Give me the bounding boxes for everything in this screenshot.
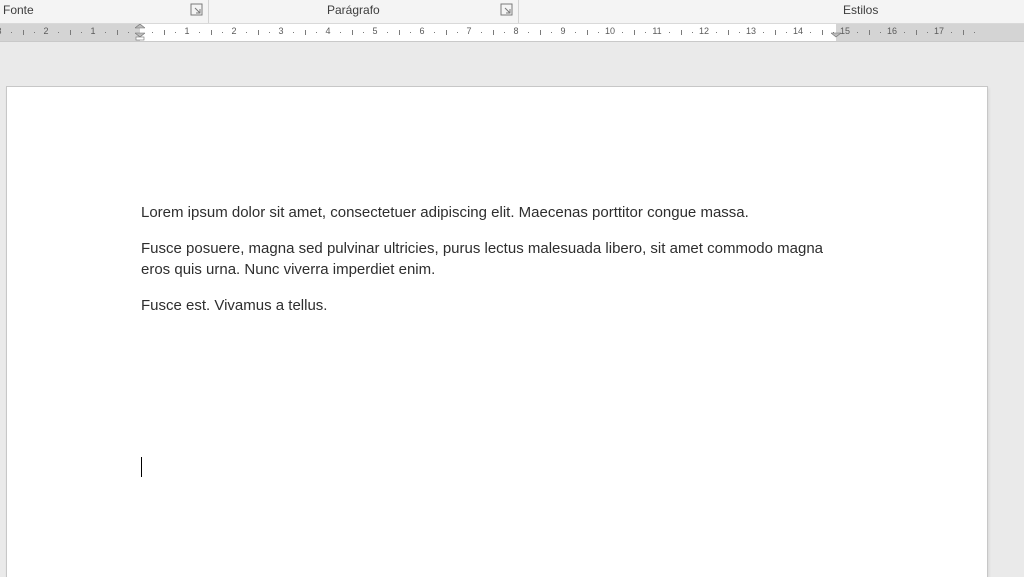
group-separator: [208, 0, 209, 23]
ribbon-group-labels: Fonte Parágrafo Estilos: [0, 0, 1024, 24]
left-indent-marker-icon[interactable]: [135, 24, 145, 41]
dialog-launcher-fonte-icon[interactable]: [190, 3, 204, 17]
paragraph[interactable]: Fusce est. Vivamus a tellus.: [141, 296, 847, 316]
group-label-paragrafo: Parágrafo: [327, 3, 380, 17]
document-body[interactable]: Lorem ipsum dolor sit amet, consectetuer…: [141, 203, 847, 332]
ruler-margin-left: [0, 24, 140, 41]
ruler-margin-right: [836, 24, 1024, 41]
dialog-launcher-paragrafo-icon[interactable]: [500, 3, 514, 17]
group-separator: [518, 0, 519, 23]
paragraph[interactable]: Fusce posuere, magna sed pulvinar ultric…: [141, 239, 847, 280]
group-label-estilos: Estilos: [843, 3, 878, 17]
text-cursor: [141, 457, 142, 477]
paragraph[interactable]: Lorem ipsum dolor sit amet, consectetuer…: [141, 203, 847, 223]
space-above-page: [0, 42, 1024, 86]
ruler-active-area: [140, 24, 836, 41]
editing-area: Lorem ipsum dolor sit amet, consectetuer…: [0, 86, 1024, 577]
right-indent-marker-icon[interactable]: [831, 24, 841, 41]
horizontal-ruler[interactable]: 3211234567891011121314151617: [0, 24, 1024, 42]
group-label-fonte: Fonte: [3, 3, 34, 17]
document-page[interactable]: Lorem ipsum dolor sit amet, consectetuer…: [6, 86, 988, 577]
